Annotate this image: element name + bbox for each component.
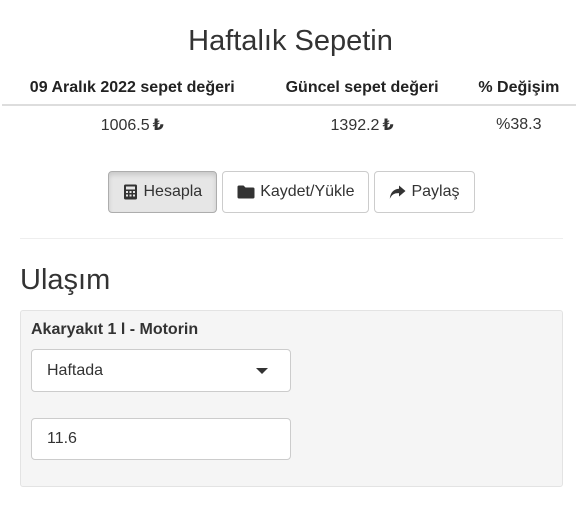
section-title: Ulaşım <box>20 264 111 296</box>
table-row: 1006.5 ₺ 1392.2 ₺ %38.3 <box>2 105 576 144</box>
basket-summary-table: 09 Aralık 2022 sepet değeri Güncel sepet… <box>2 72 576 144</box>
frequency-selected-value: Haftada <box>47 361 104 379</box>
frequency-select[interactable]: Haftada <box>31 349 291 392</box>
past-value-cell: 1006.5 ₺ <box>2 105 262 144</box>
calculator-icon <box>124 184 138 200</box>
save-load-button[interactable]: Kaydet/Yükle <box>222 171 370 213</box>
change-value: %38.3 <box>496 116 542 133</box>
calculate-button[interactable]: Hesapla <box>108 171 218 213</box>
basket-title: Haftalık Sepetin <box>188 25 393 57</box>
item-panel: Akaryakıt 1 l - Motorin Haftada <box>20 310 563 487</box>
item-label: Akaryakıt 1 l - Motorin <box>31 321 199 338</box>
current-value-cell: 1392.2 ₺ <box>262 105 461 144</box>
folder-icon <box>237 185 255 199</box>
change-cell: %38.3 <box>462 105 576 144</box>
table-header-row: 09 Aralık 2022 sepet değeri Güncel sepet… <box>2 72 576 106</box>
caret-down-icon <box>256 368 268 374</box>
share-icon <box>390 185 406 199</box>
past-value: 1006.5 <box>100 117 150 134</box>
column-header-past-value: 09 Aralık 2022 sepet değeri <box>2 72 263 106</box>
share-button-label: Paylaş <box>411 183 460 200</box>
lira-icon: ₺ <box>152 117 164 134</box>
calculate-button-label: Hesapla <box>143 183 203 200</box>
lira-icon: ₺ <box>382 117 394 134</box>
column-header-change: % Değişim <box>461 72 576 106</box>
quantity-input[interactable] <box>31 418 291 460</box>
current-value: 1392.2 <box>330 117 380 134</box>
share-button[interactable]: Paylaş <box>374 171 475 213</box>
column-header-current-value: Güncel sepet değeri <box>262 72 462 106</box>
section-divider <box>20 238 563 239</box>
save-load-button-label: Kaydet/Yükle <box>260 183 355 200</box>
action-buttons: Hesapla Kaydet/Yükle Paylaş <box>0 171 581 213</box>
